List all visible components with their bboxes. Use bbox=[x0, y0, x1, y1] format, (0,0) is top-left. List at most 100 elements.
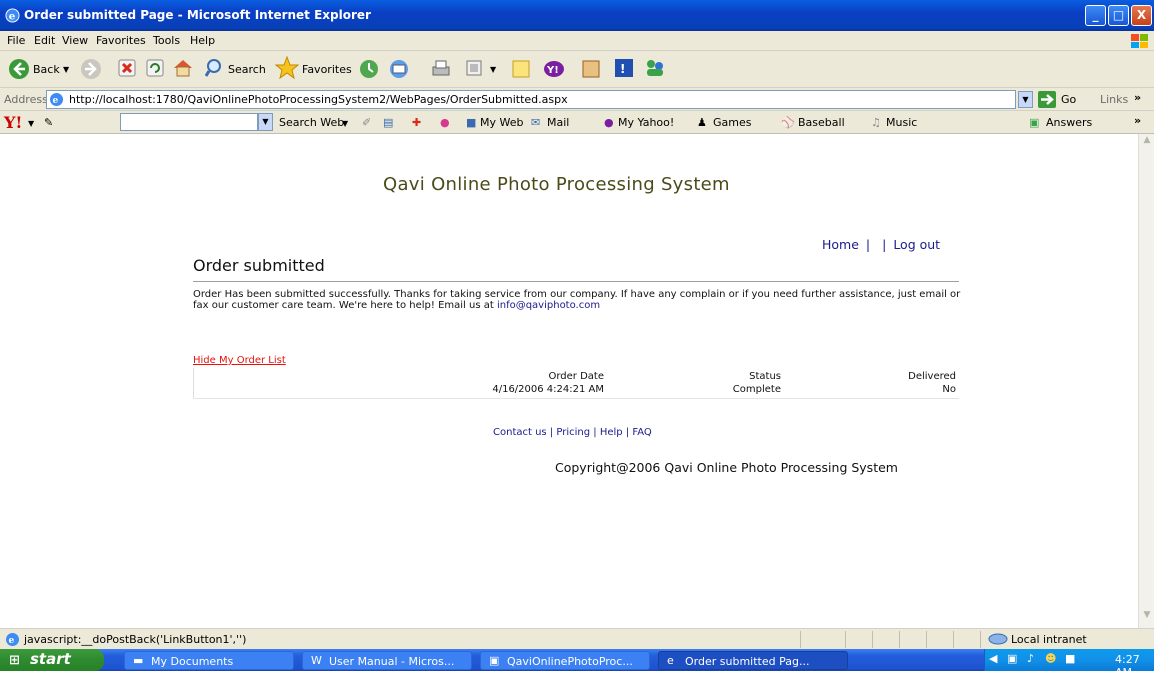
links-chevron-icon[interactable]: » bbox=[1134, 91, 1141, 104]
site-title: Qavi Online Photo Processing System bbox=[383, 174, 730, 195]
edit-icon[interactable] bbox=[465, 59, 483, 77]
address-input[interactable]: http://localhost:1780/QaviOnlinePhotoPro… bbox=[46, 90, 1016, 109]
yahoo-item-games[interactable]: Games bbox=[713, 116, 751, 129]
intranet-icon bbox=[988, 633, 1008, 645]
network-icon[interactable]: ▣ bbox=[1007, 652, 1017, 665]
yahoo-item-answers[interactable]: Answers bbox=[1046, 116, 1092, 129]
blue-book-icon[interactable]: ! bbox=[613, 57, 635, 79]
task-order-submitted[interactable]: e Order submitted Pag... bbox=[658, 651, 848, 670]
scroll-down-icon[interactable]: ▼ bbox=[1140, 610, 1154, 626]
back-button[interactable]: Back bbox=[33, 63, 60, 76]
refresh-icon[interactable] bbox=[146, 59, 164, 77]
menu-tools[interactable]: Tools bbox=[153, 34, 180, 47]
menu-edit[interactable]: Edit bbox=[34, 34, 55, 47]
menu-file[interactable]: File bbox=[7, 34, 25, 47]
yahoo-messenger-icon[interactable]: Y! bbox=[542, 58, 572, 80]
hide-order-list-link[interactable]: Hide My Order List bbox=[193, 355, 286, 366]
favorites-star-icon[interactable] bbox=[275, 56, 299, 80]
my-yahoo-icon[interactable]: ● bbox=[604, 116, 614, 129]
menu-favorites[interactable]: Favorites bbox=[96, 34, 146, 47]
favorites-button[interactable]: Favorites bbox=[302, 63, 352, 76]
back-icon[interactable] bbox=[8, 58, 30, 80]
status-divider bbox=[800, 631, 801, 648]
status-divider bbox=[872, 631, 873, 648]
games-icon[interactable]: ♟ bbox=[697, 116, 707, 129]
go-button[interactable]: Go bbox=[1061, 93, 1076, 106]
standard-toolbar: Back ▼ Search Favorites ▼ Y! ! bbox=[0, 51, 1154, 88]
antispy-icon[interactable]: ✚ bbox=[412, 116, 421, 129]
edit-dropdown-icon[interactable]: ▼ bbox=[490, 65, 496, 74]
print-icon[interactable] bbox=[430, 58, 452, 80]
task-label: Order submitted Pag... bbox=[685, 655, 810, 668]
answers-icon[interactable]: ▣ bbox=[1029, 116, 1039, 129]
tray-app-icon[interactable]: ■ bbox=[1065, 652, 1075, 665]
links-label[interactable]: Links bbox=[1100, 93, 1128, 106]
svg-text:!: ! bbox=[620, 62, 625, 76]
contact-us-link[interactable]: Contact us bbox=[493, 427, 547, 438]
go-arrow-icon[interactable] bbox=[1038, 91, 1056, 108]
menu-help[interactable]: Help bbox=[190, 34, 215, 47]
yahoo-item-baseball[interactable]: Baseball bbox=[798, 116, 845, 129]
my-web-icon[interactable]: ■ bbox=[466, 116, 476, 129]
yahoo-dropdown-icon[interactable]: ▼ bbox=[28, 119, 34, 128]
yahoo-item-mail[interactable]: Mail bbox=[547, 116, 569, 129]
scroll-up-icon[interactable]: ▲ bbox=[1140, 135, 1154, 151]
nav-separator: | bbox=[865, 237, 871, 252]
cell-order-date: 4/16/2006 4:24:21 AM bbox=[492, 384, 604, 395]
yahoo-item-music[interactable]: Music bbox=[886, 116, 917, 129]
search-web-button[interactable]: Search Web bbox=[279, 116, 344, 129]
yahoo-search-dropdown-icon[interactable]: ▼ bbox=[258, 113, 273, 131]
address-dropdown-icon[interactable]: ▼ bbox=[1018, 91, 1033, 108]
messenger-people-icon[interactable] bbox=[643, 57, 667, 79]
search-button[interactable]: Search bbox=[228, 63, 266, 76]
logout-link[interactable]: Log out bbox=[893, 237, 940, 252]
stop-icon[interactable] bbox=[118, 59, 136, 77]
task-my-documents[interactable]: ▬ My Documents bbox=[124, 651, 294, 670]
highlight-icon[interactable]: ✐ bbox=[362, 116, 371, 129]
start-button[interactable]: ⊞ start bbox=[0, 649, 104, 671]
mail-icon[interactable] bbox=[388, 58, 412, 80]
vertical-scrollbar[interactable]: ▲ ▼ bbox=[1138, 134, 1154, 628]
home-icon[interactable] bbox=[172, 57, 194, 79]
research-icon[interactable] bbox=[580, 57, 602, 81]
search-icon[interactable] bbox=[205, 58, 225, 78]
mail-envelope-icon[interactable]: ✉ bbox=[531, 116, 540, 129]
layout-icon[interactable]: ▤ bbox=[383, 116, 393, 129]
messenger-tray-icon[interactable]: ☻ bbox=[1045, 652, 1056, 665]
yahoo-item-my-web[interactable]: My Web bbox=[480, 116, 523, 129]
menu-view[interactable]: View bbox=[62, 34, 88, 47]
tray-expand-icon[interactable]: ◀ bbox=[989, 652, 997, 665]
popup-blocker-icon[interactable]: ● bbox=[440, 116, 450, 129]
baseball-icon[interactable]: ⚾ bbox=[781, 116, 795, 129]
search-web-dropdown-icon[interactable]: ▼ bbox=[342, 119, 348, 128]
history-icon[interactable] bbox=[358, 58, 380, 80]
help-link[interactable]: Help bbox=[600, 427, 623, 438]
close-button[interactable]: X bbox=[1131, 5, 1152, 26]
minimize-button[interactable]: _ bbox=[1085, 5, 1106, 26]
email-link[interactable]: info@qaviphoto.com bbox=[497, 300, 600, 311]
pricing-link[interactable]: Pricing bbox=[556, 427, 590, 438]
status-divider bbox=[926, 631, 927, 648]
task-user-manual[interactable]: W User Manual - Micros... bbox=[302, 651, 472, 670]
taskbar: ⊞ start ▬ My Documents W User Manual - M… bbox=[0, 649, 1154, 679]
forward-icon[interactable] bbox=[80, 58, 102, 80]
top-nav: Home | | Log out bbox=[822, 237, 940, 252]
yahoo-chevron-icon[interactable]: » bbox=[1134, 114, 1141, 127]
yahoo-item-my-yahoo[interactable]: My Yahoo! bbox=[618, 116, 674, 129]
yahoo-logo-icon[interactable]: Y! bbox=[4, 113, 22, 132]
word-icon: W bbox=[311, 654, 322, 667]
maximize-button[interactable]: □ bbox=[1108, 5, 1129, 26]
yahoo-search-input[interactable] bbox=[120, 113, 258, 131]
notes-icon[interactable] bbox=[510, 58, 532, 80]
visual-studio-icon: ▣ bbox=[489, 654, 500, 667]
music-icon[interactable]: ♫ bbox=[871, 116, 881, 129]
svg-text:e: e bbox=[9, 10, 16, 22]
back-dropdown-icon[interactable]: ▼ bbox=[63, 65, 69, 74]
ie-task-icon: e bbox=[667, 654, 674, 667]
faq-link[interactable]: FAQ bbox=[632, 427, 651, 438]
home-link[interactable]: Home bbox=[822, 237, 859, 252]
pencil-icon[interactable]: ✎ bbox=[44, 116, 53, 129]
task-qavi-project[interactable]: ▣ QaviOnlinePhotoProc... bbox=[480, 651, 650, 670]
status-divider bbox=[980, 631, 981, 648]
speaker-icon[interactable]: ♪ bbox=[1027, 652, 1034, 665]
